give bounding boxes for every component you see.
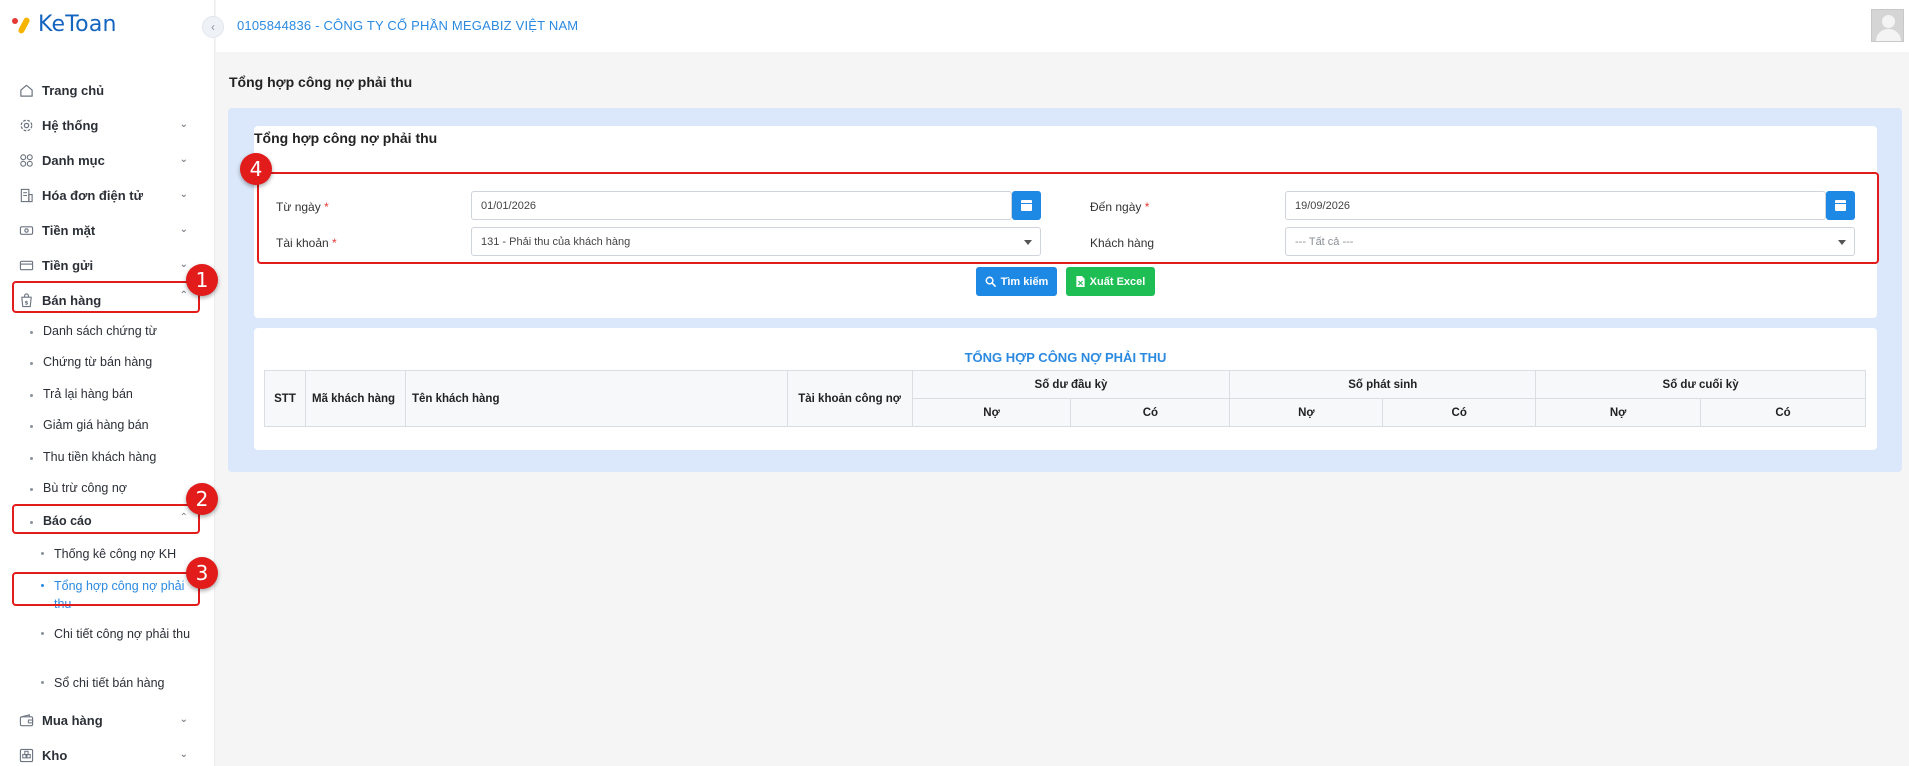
export-excel-button[interactable]: Xuất Excel (1066, 267, 1155, 296)
sidebar-item-warehouse[interactable]: Kho ⌄ (18, 743, 188, 766)
sidebar-item-e-invoice[interactable]: Hóa đơn điện tử ⌄ (18, 183, 188, 207)
column-header-customer-code: Mã khách hàng (304, 370, 406, 427)
column-header-customer-name: Tên khách hàng (404, 370, 788, 427)
sidebar-item-label: Mua hàng (42, 712, 103, 728)
sidebar-item-system[interactable]: Hệ thống ⌄ (18, 113, 188, 137)
invoice-icon (18, 187, 34, 203)
page-title: Tổng hợp công nợ phải thu (229, 74, 413, 90)
logo-text: KeToan (38, 12, 117, 37)
search-button[interactable]: Tìm kiếm (976, 267, 1057, 296)
grid-icon (18, 152, 34, 168)
callout-box-3 (12, 572, 200, 606)
cash-icon (18, 222, 34, 238)
sidebar-item-purchase[interactable]: Mua hàng ⌄ (18, 708, 188, 732)
avatar[interactable] (1871, 9, 1904, 42)
callout-box-4 (257, 172, 1879, 264)
top-bar: 0105844836 - CÔNG TY CỔ PHẦN MEGABIZ VIỆ… (216, 0, 1909, 52)
wallet-icon (18, 712, 34, 728)
chevron-down-icon: ⌄ (179, 259, 188, 270)
sidebar-item-label: Hóa đơn điện tử (42, 187, 143, 203)
chevron-down-icon: ⌄ (179, 714, 188, 725)
column-header-opening-credit: Có (1070, 398, 1231, 427)
sidebar-subitem-receivable-detail[interactable]: Chi tiết công nợ phải thu (41, 625, 191, 643)
column-header-closing-debit: Nợ (1535, 398, 1702, 427)
sidebar-subitem-sales-voucher[interactable]: Chứng từ bán hàng (30, 355, 190, 369)
column-header-period-debit: Nợ (1229, 398, 1384, 427)
search-icon (985, 276, 996, 287)
sidebar-subitem-sales-return[interactable]: Trả lại hàng bán (30, 387, 190, 401)
gear-icon (18, 117, 34, 133)
callout-box-2 (12, 504, 200, 534)
callout-badge-3: 3 (186, 557, 218, 589)
warehouse-icon (18, 747, 34, 763)
company-name: 0105844836 - CÔNG TY CỔ PHẦN MEGABIZ VIỆ… (237, 18, 579, 33)
column-header-stt: STT (264, 370, 306, 427)
sidebar-item-home[interactable]: Trang chủ (18, 78, 188, 102)
sidebar-item-catalog[interactable]: Danh mục ⌄ (18, 148, 188, 172)
sidebar-item-label: Tiền gửi (42, 257, 94, 273)
callout-box-1 (12, 281, 200, 313)
callout-badge-4: 4 (240, 153, 272, 185)
sidebar-subitem-debt-offset[interactable]: Bù trừ công nợ (30, 481, 190, 495)
bank-card-icon (18, 257, 34, 273)
callout-badge-1: 1 (186, 264, 218, 296)
sidebar-item-label: Hệ thống (42, 117, 99, 133)
home-icon (18, 82, 34, 98)
report-table: STT Mã khách hàng Tên khách hàng Tài kho… (264, 370, 1866, 427)
chevron-down-icon: ⌄ (179, 119, 188, 130)
sidebar-subitem-customer-receipt[interactable]: Thu tiền khách hàng (30, 450, 190, 464)
sidebar-subitem-voucher-list[interactable]: Danh sách chứng từ (30, 324, 190, 338)
callout-badge-2: 2 (186, 483, 218, 515)
column-header-closing-balance: Số dư cuối kỳ (1535, 370, 1866, 399)
chevron-down-icon: ⌄ (179, 189, 188, 200)
sidebar: KeToan Trang chủ Hệ thống ⌄ Danh mục ⌄ H… (0, 0, 215, 766)
card-title: Tổng hợp công nợ phải thu (254, 130, 438, 146)
excel-file-icon (1076, 276, 1085, 287)
report-title: TỔNG HỢP CÔNG NỢ PHẢI THU (964, 350, 1167, 365)
column-header-period-credit: Có (1382, 398, 1537, 427)
sidebar-item-label: Kho (42, 747, 68, 763)
column-header-opening-debit: Nợ (911, 398, 1072, 427)
sidebar-item-label: Trang chủ (42, 82, 105, 98)
app-logo[interactable]: KeToan (12, 12, 117, 37)
sidebar-subitem-sales-ledger[interactable]: Sổ chi tiết bán hàng (41, 674, 191, 692)
sidebar-subitem-customer-debt-stats[interactable]: Thống kê công nợ KH (41, 545, 191, 563)
logo-mark-icon (12, 14, 34, 36)
chevron-left-icon: ‹ (211, 20, 215, 34)
chevron-down-icon: ⌄ (179, 154, 188, 165)
sidebar-collapse-button[interactable]: ‹ (202, 16, 224, 38)
sidebar-item-cash[interactable]: Tiền mặt ⌄ (18, 218, 188, 242)
sidebar-item-label: Danh mục (42, 152, 105, 168)
column-header-opening-balance: Số dư đầu kỳ (911, 370, 1231, 399)
sidebar-item-label: Tiền mặt (42, 222, 96, 238)
chevron-down-icon: ⌄ (179, 749, 188, 760)
column-header-period-movement: Số phát sinh (1229, 370, 1537, 399)
chevron-down-icon: ⌄ (179, 224, 188, 235)
column-header-closing-credit: Có (1700, 398, 1866, 427)
sidebar-item-deposit[interactable]: Tiền gửi ⌄ (18, 253, 188, 277)
column-header-debt-account: Tài khoản công nợ (786, 370, 913, 427)
sidebar-subitem-sales-discount[interactable]: Giảm giá hàng bán (30, 418, 190, 432)
